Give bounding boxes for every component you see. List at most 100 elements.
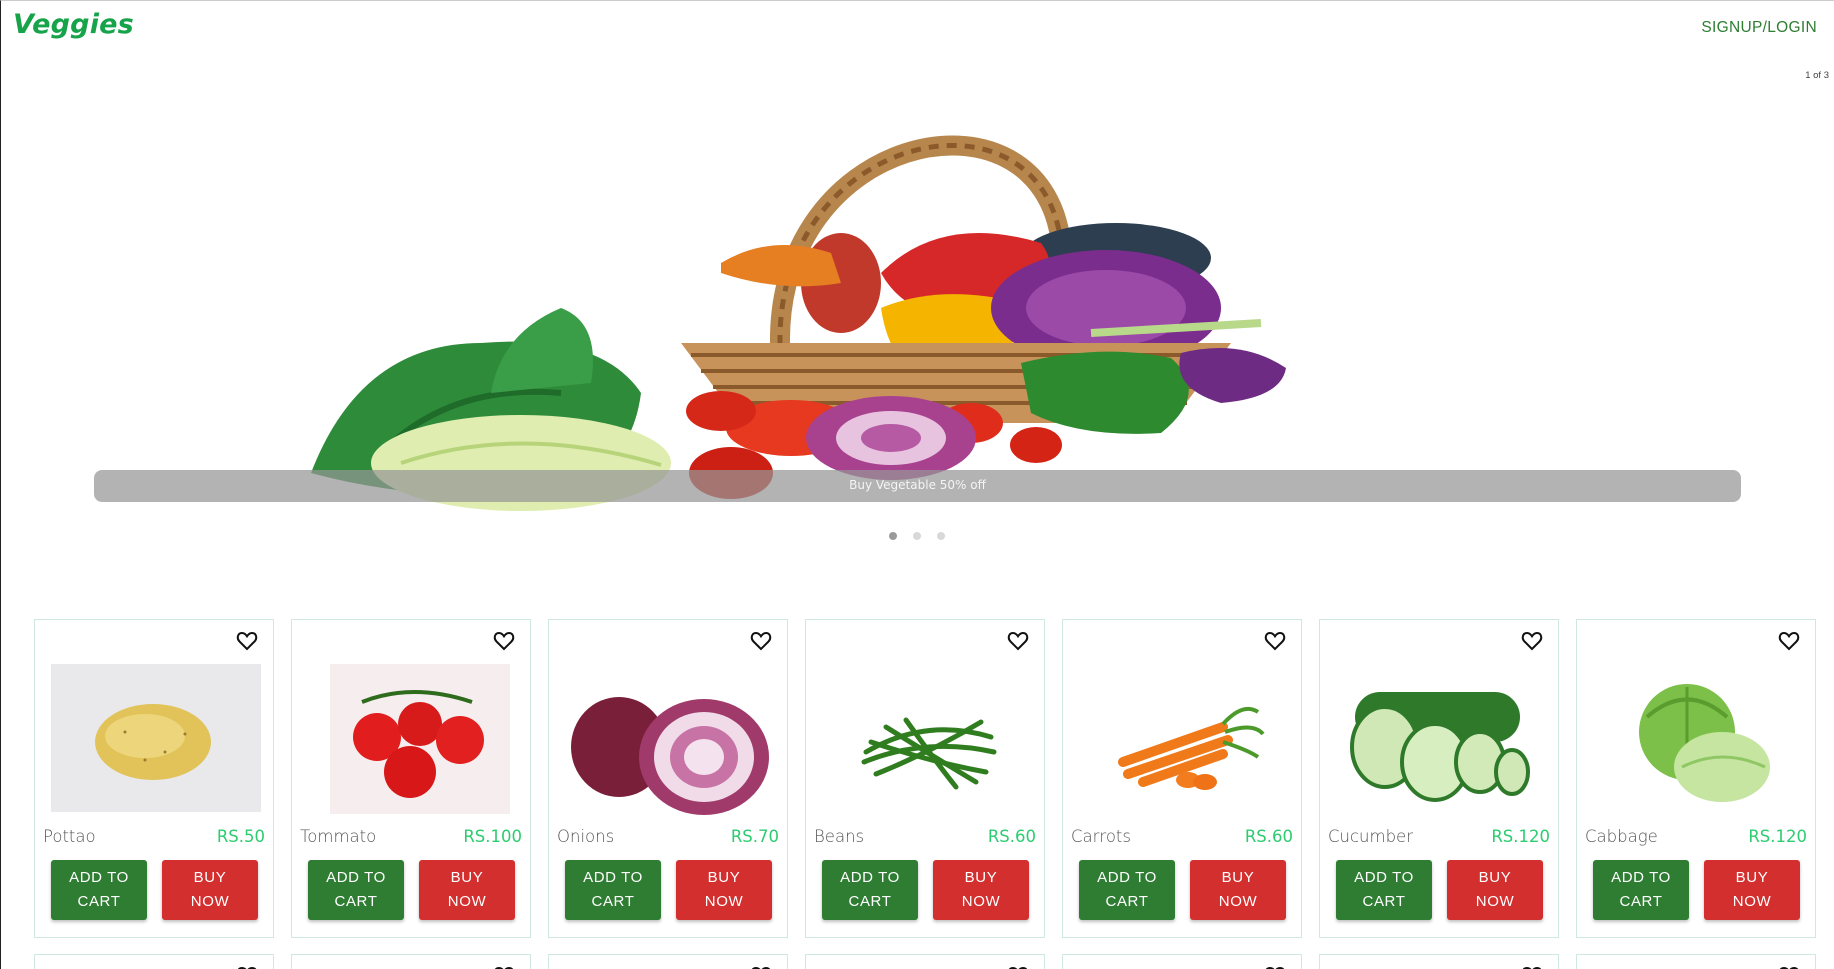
product-card: Beans RS.60 ADD TO CART BUY NOW <box>805 619 1045 938</box>
add-to-cart-button[interactable]: ADD TO CART <box>51 860 147 920</box>
product-card <box>1062 954 1302 969</box>
product-name: Pottao <box>43 827 96 846</box>
cabbage-image <box>1639 684 1770 802</box>
buy-now-button[interactable]: BUY NOW <box>1704 860 1800 920</box>
product-name: Cabbage <box>1585 827 1658 846</box>
heart-icon[interactable] <box>749 628 773 652</box>
slide-counter: 1 of 3 <box>1805 70 1829 81</box>
product-name: Carrots <box>1071 827 1131 846</box>
carousel-dot-3[interactable] <box>937 532 945 540</box>
heart-icon[interactable] <box>1263 628 1287 652</box>
heart-icon[interactable] <box>1777 963 1801 969</box>
buy-now-button[interactable]: BUY NOW <box>933 860 1029 920</box>
brand-logo[interactable]: Veggies <box>13 9 134 40</box>
cucumber-image <box>1350 692 1530 802</box>
tomato-image <box>330 664 510 814</box>
add-to-cart-button[interactable]: ADD TO CART <box>822 860 918 920</box>
buy-now-label: NOW <box>190 893 230 910</box>
add-to-cart-label: CART <box>77 893 121 910</box>
product-price: RS.120 <box>1748 827 1807 846</box>
buy-now-label: BUY <box>1478 869 1512 886</box>
add-to-cart-label: CART <box>1362 893 1406 910</box>
onion-image <box>571 697 769 815</box>
product-price: RS.100 <box>463 827 522 846</box>
beans-image <box>861 717 997 790</box>
product-price: RS.120 <box>1491 827 1550 846</box>
buy-now-label: NOW <box>447 893 487 910</box>
add-to-cart-label: ADD TO <box>840 869 900 886</box>
add-to-cart-button[interactable]: ADD TO CART <box>1593 860 1689 920</box>
heart-icon[interactable] <box>492 628 516 652</box>
add-to-cart-label: CART <box>591 893 635 910</box>
heart-icon[interactable] <box>1520 628 1544 652</box>
add-to-cart-label: ADD TO <box>69 869 129 886</box>
heart-icon[interactable] <box>492 963 516 969</box>
heart-icon[interactable] <box>749 963 773 969</box>
product-name: Onions <box>557 827 615 846</box>
product-card: Onions RS.70 ADD TO CART BUY NOW <box>548 619 788 938</box>
product-name: Beans <box>814 827 865 846</box>
potato-image <box>51 664 261 812</box>
add-to-cart-button[interactable]: ADD TO CART <box>308 860 404 920</box>
product-name: Tommato <box>300 827 377 846</box>
product-price: RS.70 <box>730 827 779 846</box>
buy-now-label: NOW <box>1218 893 1258 910</box>
heart-icon[interactable] <box>1777 628 1801 652</box>
product-card <box>1319 954 1559 969</box>
heart-icon[interactable] <box>1006 963 1030 969</box>
product-card <box>34 954 274 969</box>
product-price: RS.60 <box>987 827 1036 846</box>
add-to-cart-label: CART <box>848 893 892 910</box>
add-to-cart-label: ADD TO <box>583 869 643 886</box>
carousel-caption: Buy Vegetable 50% off <box>849 478 986 492</box>
heart-icon[interactable] <box>1263 963 1287 969</box>
product-card <box>805 954 1045 969</box>
product-card: Cabbage RS.120 ADD TO CART BUY NOW <box>1576 619 1816 938</box>
product-card: Carrots RS.60 ADD TO CART BUY NOW <box>1062 619 1302 938</box>
signup-login-link[interactable]: SIGNUP/LOGIN <box>1701 19 1817 37</box>
add-to-cart-label: CART <box>1105 893 1149 910</box>
add-to-cart-label: CART <box>334 893 378 910</box>
buy-now-label: BUY <box>1221 869 1255 886</box>
product-card <box>1576 954 1816 969</box>
carousel-caption-bar: Buy Vegetable 50% off <box>94 470 1741 502</box>
product-name: Cucumber <box>1328 827 1413 846</box>
add-to-cart-button[interactable]: ADD TO CART <box>1336 860 1432 920</box>
add-to-cart-button[interactable]: ADD TO CART <box>1079 860 1175 920</box>
add-to-cart-label: ADD TO <box>1097 869 1157 886</box>
top-nav: Veggies SIGNUP/LOGIN <box>1 1 1834 53</box>
heart-icon[interactable] <box>235 628 259 652</box>
carousel-indicators <box>889 532 945 540</box>
add-to-cart-label: ADD TO <box>1354 869 1414 886</box>
product-card: Pottao RS.50 ADD TO CART BUY NOW <box>34 619 274 938</box>
carousel-dot-2[interactable] <box>913 532 921 540</box>
product-card <box>548 954 788 969</box>
buy-now-label: NOW <box>961 893 1001 910</box>
product-card: Tommato RS.100 ADD TO CART BUY NOW <box>291 619 531 938</box>
product-card <box>291 954 531 969</box>
add-to-cart-button[interactable]: ADD TO CART <box>565 860 661 920</box>
buy-now-button[interactable]: BUY NOW <box>1190 860 1286 920</box>
heart-icon[interactable] <box>235 963 259 969</box>
buy-now-label: BUY <box>964 869 998 886</box>
buy-now-button[interactable]: BUY NOW <box>1447 860 1543 920</box>
heart-icon[interactable] <box>1006 628 1030 652</box>
buy-now-label: NOW <box>1475 893 1515 910</box>
buy-now-label: BUY <box>450 869 484 886</box>
carousel-dot-1[interactable] <box>889 532 897 540</box>
buy-now-button[interactable]: BUY NOW <box>419 860 515 920</box>
heart-icon[interactable] <box>1520 963 1544 969</box>
buy-now-label: NOW <box>704 893 744 910</box>
hero-carousel[interactable]: 1 of 3 Buy Vegetable 50% off <box>1 53 1834 558</box>
add-to-cart-label: ADD TO <box>1611 869 1671 886</box>
buy-now-label: BUY <box>707 869 741 886</box>
add-to-cart-label: CART <box>1619 893 1663 910</box>
buy-now-button[interactable]: BUY NOW <box>676 860 772 920</box>
buy-now-label: NOW <box>1732 893 1772 910</box>
product-grid: Pottao RS.50 ADD TO CART BUY NOW Tommato R… <box>34 619 1834 969</box>
buy-now-button[interactable]: BUY NOW <box>162 860 258 920</box>
buy-now-label: BUY <box>1735 869 1769 886</box>
add-to-cart-label: ADD TO <box>326 869 386 886</box>
buy-now-label: BUY <box>193 869 227 886</box>
carrot-image <box>1118 707 1265 790</box>
